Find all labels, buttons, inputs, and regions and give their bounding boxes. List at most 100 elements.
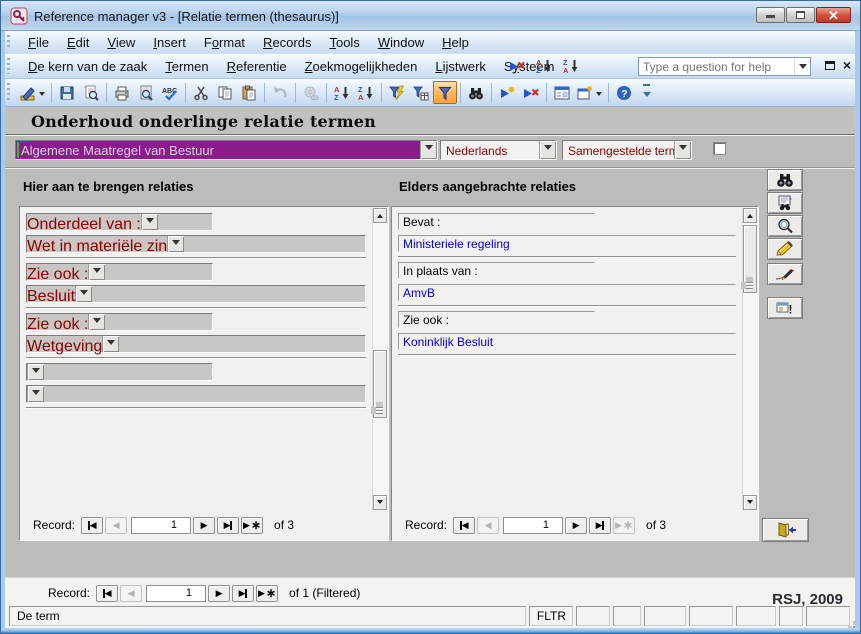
relation-type-value[interactable]: Zie ook : xyxy=(27,314,88,330)
filter-by-form-button[interactable] xyxy=(409,81,433,104)
new-record-button[interactable] xyxy=(495,81,519,104)
menu-item-format[interactable]: Format xyxy=(195,33,254,52)
scroll-down-button[interactable] xyxy=(743,495,757,510)
help-search-input[interactable] xyxy=(639,58,793,75)
new-record-button[interactable]: ▶∗ xyxy=(241,517,263,534)
next-record-button[interactable]: ▶ xyxy=(193,517,215,534)
term-type-combobox-value[interactable]: Samengestelde term xyxy=(563,141,674,159)
related-term-value[interactable]: Wetgeving xyxy=(27,336,102,352)
find-button[interactable] xyxy=(464,81,488,104)
next-record-button[interactable]: ▶ xyxy=(565,517,587,534)
related-term-dropdown[interactable] xyxy=(167,236,184,252)
sort-descending-button[interactable]: ZA xyxy=(354,81,378,104)
record-number-field[interactable] xyxy=(146,585,206,602)
apply-filter-button[interactable] xyxy=(433,81,457,104)
related-term-field[interactable]: AmvB xyxy=(398,284,736,301)
new-object-button[interactable] xyxy=(574,81,605,104)
menu-item-records[interactable]: Records xyxy=(254,33,320,52)
menu-item-referentie[interactable]: Referentie xyxy=(218,57,296,76)
menu-item-insert[interactable]: Insert xyxy=(144,33,195,52)
related-term-field[interactable]: Ministeriele regeling xyxy=(398,235,736,252)
term-combobox-value[interactable]: Algemene Maatregel van Bestuur xyxy=(16,141,420,159)
mdi-close-icon[interactable]: × xyxy=(843,58,851,72)
design-view-button[interactable] xyxy=(17,81,48,104)
close-button[interactable]: ✕ xyxy=(816,7,851,23)
relation-type-dropdown[interactable] xyxy=(88,314,105,330)
toolbar-drag-handle[interactable] xyxy=(7,83,10,102)
restore-button[interactable] xyxy=(786,7,815,23)
last-record-button[interactable]: ▶ xyxy=(589,517,611,534)
menu-item-termen[interactable]: Termen xyxy=(156,57,217,76)
menu-item-de-kern-van-de-zaak[interactable]: De kern van de zaak xyxy=(19,57,156,76)
relation-type-value[interactable]: Onderdeel van : xyxy=(27,214,141,230)
related-term-dropdown[interactable] xyxy=(102,336,119,352)
related-term-dropdown[interactable] xyxy=(27,386,44,402)
menu-item-view[interactable]: View xyxy=(98,33,144,52)
relation-type-dropdown[interactable] xyxy=(88,264,105,280)
related-term-field[interactable]: Koninklijk Besluit xyxy=(398,333,736,350)
scroll-up-button[interactable] xyxy=(373,208,387,223)
relation-type-field[interactable]: Zie ook : xyxy=(398,311,595,328)
next-record-button[interactable]: ▶ xyxy=(208,585,230,602)
delete-record-icon[interactable] xyxy=(508,57,526,75)
delete-record-button[interactable] xyxy=(519,81,543,104)
minimize-button[interactable] xyxy=(756,7,785,23)
filter-by-selection-button[interactable] xyxy=(385,81,409,104)
first-record-button[interactable]: ◀ xyxy=(81,517,103,534)
exit-button[interactable] xyxy=(762,518,809,542)
help-search-dropdown[interactable] xyxy=(794,58,810,75)
file-search-button[interactable] xyxy=(79,81,103,104)
magnifier-button[interactable] xyxy=(767,215,803,237)
save-button[interactable] xyxy=(55,81,79,104)
scroll-thumb[interactable] xyxy=(743,225,757,293)
scroll-thumb[interactable] xyxy=(373,350,387,418)
menu-item-edit[interactable]: Edit xyxy=(58,33,98,52)
search-document-button[interactable] xyxy=(767,192,803,214)
spelling-button[interactable]: ABC xyxy=(158,81,182,104)
paste-button[interactable] xyxy=(237,81,261,104)
menu-item-file[interactable]: File xyxy=(19,33,58,52)
right-panel-scrollbar[interactable] xyxy=(742,208,757,510)
related-term-dropdown[interactable] xyxy=(75,286,92,302)
relation-type-dropdown[interactable] xyxy=(141,214,158,230)
toolbar-options-button[interactable] xyxy=(640,81,653,104)
language-combobox-dropdown[interactable] xyxy=(539,141,556,159)
pencil-button[interactable] xyxy=(767,238,803,260)
sort-ascending-icon[interactable]: AZ xyxy=(535,57,553,75)
term-combobox-dropdown[interactable] xyxy=(420,141,437,159)
header-checkbox[interactable] xyxy=(713,142,726,155)
related-term-value[interactable]: Wet in materiële zin xyxy=(27,236,167,252)
toolbar-drag-handle[interactable] xyxy=(7,58,10,74)
language-combobox-value[interactable]: Nederlands xyxy=(441,141,539,159)
scroll-down-button[interactable] xyxy=(373,495,387,510)
record-number-field[interactable] xyxy=(131,517,191,534)
last-record-button[interactable]: ▶ xyxy=(232,585,254,602)
scroll-up-button[interactable] xyxy=(743,208,757,223)
menu-item-help[interactable]: Help xyxy=(433,33,478,52)
print-button[interactable] xyxy=(110,81,134,104)
sort-descending-icon[interactable]: ZA xyxy=(562,57,580,75)
first-record-button[interactable]: ◀ xyxy=(96,585,118,602)
record-number-field[interactable] xyxy=(503,517,563,534)
term-type-combobox-dropdown[interactable] xyxy=(674,141,691,159)
left-panel-scrollbar[interactable] xyxy=(372,208,387,510)
menu-item-window[interactable]: Window xyxy=(369,33,433,52)
relation-type-dropdown[interactable] xyxy=(27,364,44,380)
cut-button[interactable] xyxy=(189,81,213,104)
menu-item-zoekmogelijkheden[interactable]: Zoekmogelijkheden xyxy=(296,57,427,76)
database-window-button[interactable] xyxy=(550,81,574,104)
menu-item-lijstwerk[interactable]: Lijstwerk xyxy=(426,57,495,76)
copy-button[interactable] xyxy=(213,81,237,104)
toolbar-drag-handle[interactable] xyxy=(7,35,10,49)
mdi-restore-icon[interactable] xyxy=(825,61,835,70)
relation-type-field[interactable]: Bevat : xyxy=(398,213,595,230)
print-preview-button[interactable] xyxy=(134,81,158,104)
pen-button[interactable] xyxy=(767,263,803,285)
relation-type-field[interactable]: In plaats van : xyxy=(398,262,595,279)
binoculars-button[interactable] xyxy=(767,169,803,191)
last-record-button[interactable]: ▶ xyxy=(217,517,239,534)
first-record-button[interactable]: ◀ xyxy=(453,517,475,534)
form-properties-button[interactable]: ! xyxy=(767,297,803,319)
help-button[interactable]: ? xyxy=(612,81,636,104)
sort-ascending-button[interactable]: AZ xyxy=(330,81,354,104)
